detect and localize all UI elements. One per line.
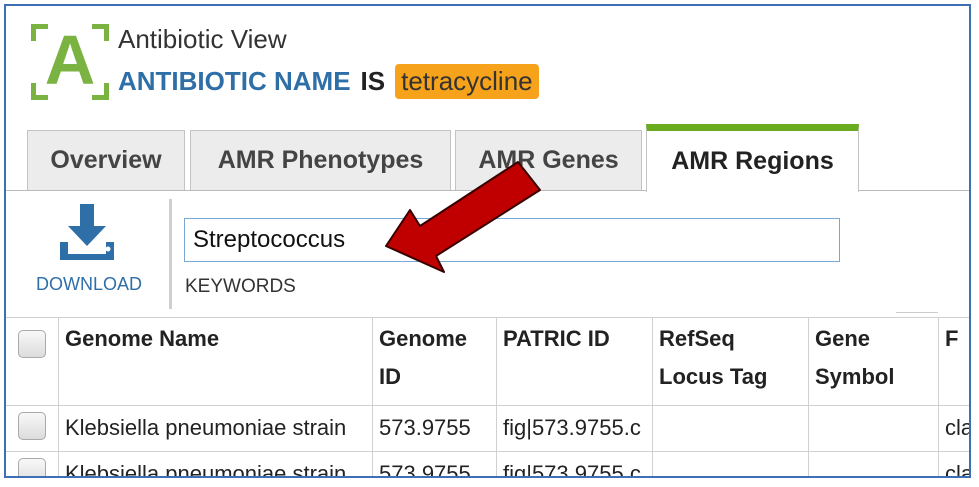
- logo-letter: A: [44, 21, 96, 99]
- select-all-checkbox[interactable]: [18, 330, 46, 358]
- column-header-product[interactable]: F: [938, 318, 969, 406]
- download-label: DOWNLOAD: [36, 274, 143, 294]
- cell-gene-symbol: [808, 406, 938, 452]
- cell-genome-name: Klebsiella pneumoniae strain: [58, 452, 372, 476]
- name-key: ANTIBIOTIC NAME: [118, 66, 351, 96]
- table-row[interactable]: Klebsiella pneumoniae strain 573.9755 fi…: [6, 405, 969, 452]
- row-checkbox[interactable]: [18, 412, 46, 440]
- cell-refseq-locus-tag: [652, 452, 808, 476]
- column-header-gene-symbol[interactable]: Gene Symbol: [808, 318, 938, 406]
- column-header-patric-id[interactable]: PATRIC ID: [496, 318, 652, 406]
- cell-genome-id: 573.9755: [372, 452, 496, 476]
- column-header-refseq-locus-tag[interactable]: RefSeq Locus Tag: [652, 318, 808, 406]
- cell-refseq-locus-tag: [652, 406, 808, 452]
- toolbar-separator: [169, 199, 172, 309]
- cell-genome-id: 573.9755: [372, 406, 496, 452]
- cell-product: cla: [938, 406, 969, 452]
- table-header-row: Genome Name Genome ID PATRIC ID RefSeq L…: [6, 317, 969, 406]
- column-tool-divider: [896, 312, 938, 313]
- app-frame: A Antibiotic View ANTIBIOTIC NAME IS tet…: [4, 4, 971, 478]
- tab-bar: Overview AMR Phenotypes AMR Genes AMR Re…: [6, 124, 969, 192]
- column-header-genome-name[interactable]: Genome Name: [58, 318, 372, 406]
- tab-amr-phenotypes[interactable]: AMR Phenotypes: [190, 130, 451, 190]
- antibiotic-name-row: ANTIBIOTIC NAME IS tetracycline: [118, 64, 539, 99]
- cell-gene-symbol: [808, 452, 938, 476]
- keywords-search-input[interactable]: [184, 218, 840, 262]
- name-value-badge: tetracycline: [395, 64, 539, 99]
- cell-patric-id: fig|573.9755.c: [496, 452, 652, 476]
- tab-overview[interactable]: Overview: [27, 130, 185, 190]
- download-icon: [60, 204, 114, 260]
- keywords-label: KEYWORDS: [185, 276, 296, 297]
- cell-genome-name: Klebsiella pneumoniae strain: [58, 406, 372, 452]
- row-checkbox[interactable]: [18, 458, 46, 476]
- antibiotic-logo-icon: A: [31, 21, 109, 100]
- view-title: Antibiotic View: [118, 24, 287, 54]
- tab-amr-genes[interactable]: AMR Genes: [455, 130, 642, 190]
- column-header-genome-id[interactable]: Genome ID: [372, 318, 496, 406]
- cell-patric-id: fig|573.9755.c: [496, 406, 652, 452]
- download-button[interactable]: DOWNLOAD: [26, 202, 156, 302]
- tab-amr-regions[interactable]: AMR Regions: [646, 124, 859, 192]
- table-row[interactable]: Klebsiella pneumoniae strain 573.9755 fi…: [6, 451, 969, 476]
- cell-product: cla: [938, 452, 969, 476]
- name-operator: IS: [360, 66, 386, 96]
